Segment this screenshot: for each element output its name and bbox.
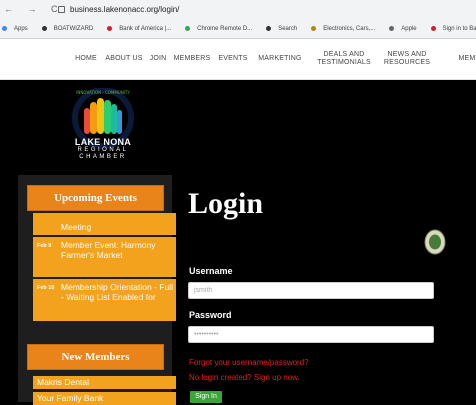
- bookmark-favicon-icon: [430, 25, 436, 31]
- logo-arc-text: INNOVATION · COMMUNITY: [76, 90, 130, 95]
- bookmark-item[interactable]: Apple: [389, 25, 423, 32]
- bookmark-item[interactable]: Electronics, Cars,...: [311, 25, 382, 32]
- bookmark-favicon-icon: [389, 25, 395, 31]
- bookmark-label: Bank of America |...: [119, 26, 172, 32]
- event-date: Feb 10: [37, 285, 55, 291]
- username-field[interactable]: jsmith: [188, 282, 434, 299]
- nav-item[interactable]: DEALS AND TESTIMONIALS: [313, 39, 375, 79]
- bookmark-label: Electronics, Cars,...: [323, 26, 376, 32]
- bookmark-favicon-icon: [311, 25, 317, 31]
- event-title: Membership Orientation - Full - Waiting …: [61, 282, 173, 302]
- bookmark-favicon-icon: [2, 25, 7, 31]
- browser-chrome: ← → C business.lakenonacc.org/login/ App…: [0, 0, 476, 39]
- bookmark-label: Apps: [14, 26, 28, 32]
- nav-item[interactable]: MARKETING: [255, 39, 305, 79]
- nav-item[interactable]: HOME: [72, 39, 100, 79]
- logo-title: LAKE NONA: [74, 137, 132, 147]
- member-item[interactable]: Makris Dental: [33, 376, 176, 389]
- bookmark-label: Sign in to Bank o: [442, 26, 476, 32]
- forgot-credentials-link[interactable]: Forgot your username/password?: [189, 358, 309, 367]
- site-nav: HOME ABOUT US JOIN MEMBERS EVENTS MARKETING DE…: [0, 39, 476, 80]
- sign-in-button[interactable]: Sign In: [190, 391, 222, 403]
- event-title: Member Event: Harmony Farmer's Market: [61, 240, 156, 260]
- bookmark-item[interactable]: Bank of America |...: [107, 25, 178, 32]
- url-text: business.lakenonacc.org/login/: [70, 5, 180, 14]
- bookmark-favicon-icon: [185, 25, 191, 31]
- seal-badge-icon: [424, 229, 446, 255]
- bookmarks-bar: Apps BOATWIZARD Bank of America |... Chrome…: [2, 24, 476, 35]
- bookmark-item[interactable]: Chrome Remote D...: [185, 25, 259, 32]
- logo-subtitle-2: CHAMBER: [79, 154, 127, 160]
- bookmark-favicon-icon: [41, 25, 47, 31]
- event-item[interactable]: Feb 10 Membership Orientation - Full - W…: [33, 279, 176, 321]
- browser-nav-arrows[interactable]: ← → C: [4, 4, 64, 14]
- lock-icon: [58, 6, 65, 14]
- username-label: Username: [189, 266, 233, 276]
- bookmark-favicon-icon: [266, 25, 272, 31]
- logo-subtitle-1: REGIONAL: [77, 147, 129, 153]
- upcoming-events-heading: Upcoming Events: [27, 185, 164, 211]
- password-label: Password: [189, 310, 232, 320]
- nav-item[interactable]: MEM: [457, 39, 476, 79]
- logo-text: LAKE NONA REGIONAL CHAMBER: [55, 137, 151, 161]
- bookmark-item[interactable]: Sign in to Bank o: [430, 25, 476, 32]
- nav-item[interactable]: JOIN: [148, 39, 168, 79]
- event-title: Meeting: [61, 222, 92, 232]
- nav-item[interactable]: EVENTS: [218, 39, 248, 79]
- nav-item[interactable]: NEWS AND RESOURCES: [384, 39, 430, 79]
- bookmark-item[interactable]: Search: [266, 25, 304, 32]
- bookmark-item[interactable]: BOATWIZARD: [41, 25, 101, 32]
- bookmark-item[interactable]: Apps: [2, 25, 35, 32]
- password-field[interactable]: ••••••••••: [188, 326, 434, 343]
- event-date: Feb 9: [37, 243, 52, 249]
- nav-item[interactable]: ABOUT US: [104, 39, 144, 79]
- sidebar: Upcoming Events Meeting Feb 9 Member Eve…: [18, 175, 176, 405]
- address-bar[interactable]: business.lakenonacc.org/login/: [58, 4, 179, 16]
- bookmark-label: BOATWIZARD: [53, 26, 94, 32]
- member-item[interactable]: Your Family Bank: [33, 392, 176, 405]
- bookmark-label: Apple: [401, 26, 417, 32]
- new-members-heading: New Members: [27, 344, 164, 370]
- bookmark-label: Search: [278, 26, 298, 32]
- nav-item[interactable]: MEMBERS: [174, 39, 211, 79]
- event-item[interactable]: Meeting: [33, 213, 176, 235]
- bookmark-label: Chrome Remote D...: [197, 26, 253, 32]
- bookmark-favicon-icon: [107, 25, 113, 31]
- event-item[interactable]: Feb 9 Member Event: Harmony Farmer's Mar…: [33, 237, 176, 277]
- signup-link[interactable]: No login created? Sign up now.: [189, 373, 300, 382]
- page-title: Login: [188, 187, 264, 220]
